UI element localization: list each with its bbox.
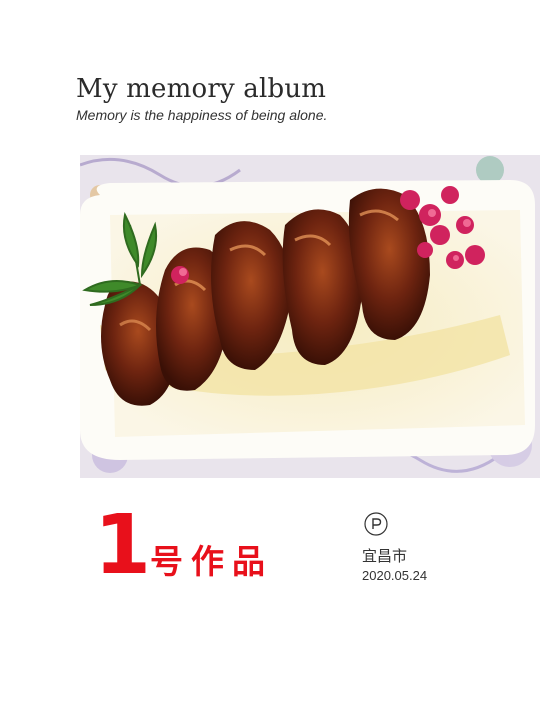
album-title: My memory album [76,74,327,104]
parking-p-icon [364,512,388,536]
date-label: 2020.05.24 [362,568,428,583]
work-label: 号作品 [150,542,273,581]
work-number: 1 [94,498,152,593]
album-subtitle: Memory is the happiness of being alone. [76,107,328,123]
city-label: 宜昌市 [362,547,408,565]
food-photo [80,155,540,478]
